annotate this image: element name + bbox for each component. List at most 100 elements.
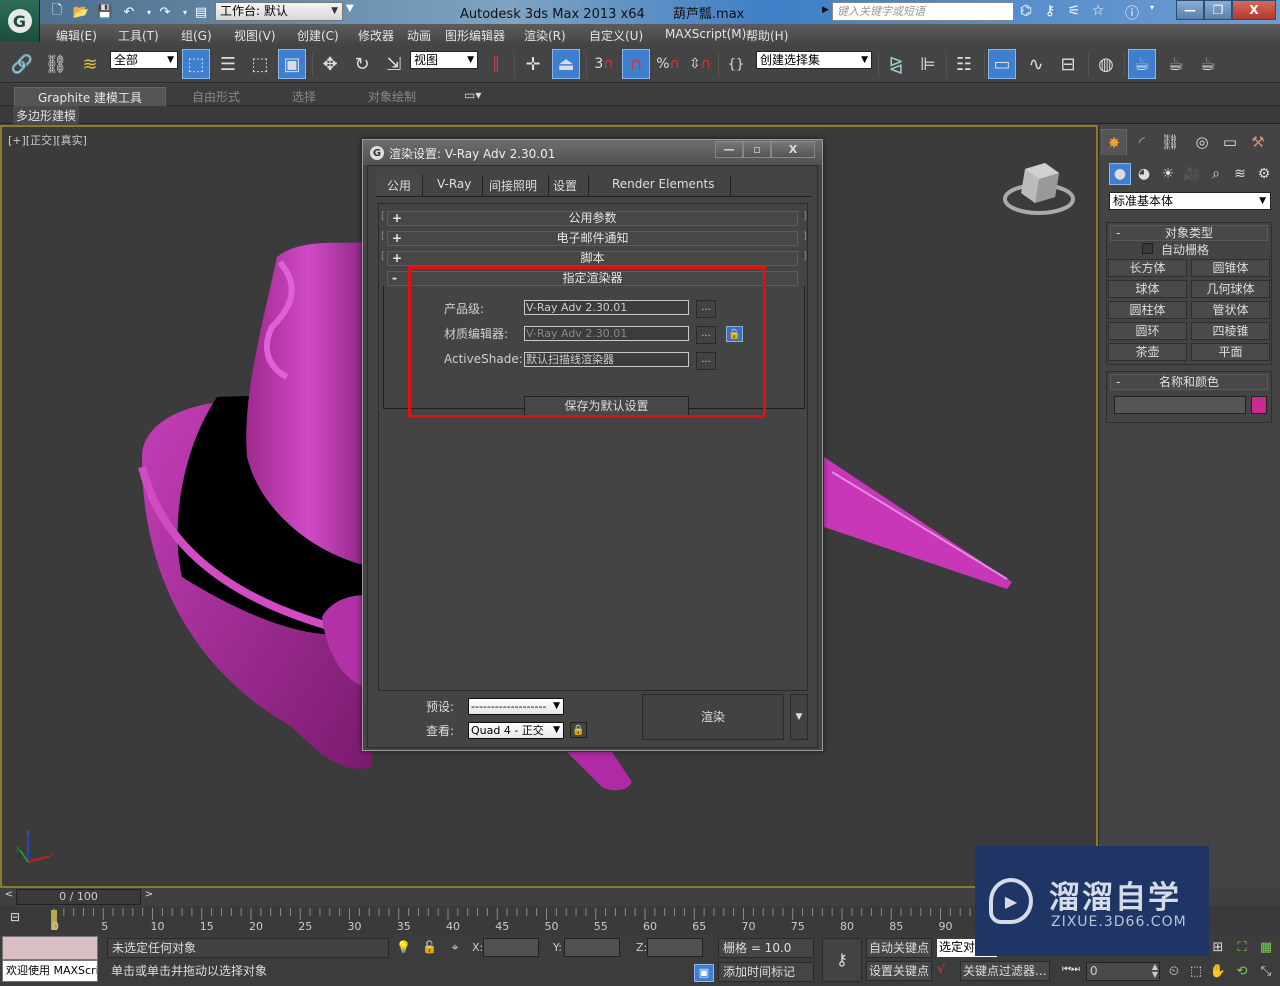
zoom-extents-icon[interactable]: ⛶ xyxy=(1232,938,1252,958)
pyramid-button[interactable]: 四棱锥 xyxy=(1191,322,1270,340)
tab-vray[interactable]: V-Ray xyxy=(426,175,484,196)
open-file-icon[interactable]: 📂 xyxy=(72,3,90,21)
space-warps-icon[interactable]: ≋ xyxy=(1229,163,1251,185)
rollout-common-params[interactable]: + 公用参数 xyxy=(387,211,798,226)
pivot-center-icon[interactable]: ⫿ xyxy=(482,49,510,79)
previous-frame-button[interactable]: < xyxy=(2,889,16,905)
y-coordinate-input[interactable] xyxy=(564,938,620,957)
time-slider-thumb[interactable]: 0 / 100 xyxy=(16,889,141,905)
satellite-icon[interactable]: ⚟ xyxy=(1064,3,1084,21)
select-by-name-icon[interactable]: ☰ xyxy=(214,49,242,79)
unlink-icon[interactable]: ⛓ xyxy=(42,49,70,79)
project-folder-icon[interactable]: ▤ xyxy=(192,3,210,21)
app-menu-button[interactable]: G xyxy=(0,0,40,42)
torus-button[interactable]: 圆环 xyxy=(1108,322,1187,340)
render-setup-icon[interactable]: ☕ xyxy=(1128,49,1156,79)
time-configuration-icon[interactable]: ⏲ xyxy=(1164,962,1184,982)
cone-button[interactable]: 圆锥体 xyxy=(1191,259,1270,277)
systems-icon[interactable]: ⚙ xyxy=(1253,163,1275,185)
mirror-icon[interactable]: ⧎ xyxy=(882,49,910,79)
activeshade-renderer-field[interactable]: 默认扫描线渲染器 xyxy=(524,352,689,367)
pan-view-icon[interactable]: ✋ xyxy=(1208,962,1228,982)
move-icon[interactable]: ✥ xyxy=(316,49,344,79)
close-button[interactable]: X xyxy=(1232,0,1276,20)
plane-button[interactable]: 平面 xyxy=(1191,343,1270,361)
search-input[interactable]: 键入关键字或短语 xyxy=(832,2,1014,21)
sphere-button[interactable]: 球体 xyxy=(1108,280,1187,298)
choose-material-editor-renderer-button[interactable]: ... xyxy=(696,326,716,344)
bind-space-warp-icon[interactable]: ≋ xyxy=(76,49,104,79)
window-crossing-icon[interactable]: ▣ xyxy=(278,49,306,79)
menu-create[interactable]: 创建(C) xyxy=(297,27,339,44)
absolute-mode-icon[interactable]: ⌖ xyxy=(448,940,462,956)
tab-settings[interactable]: 设置 xyxy=(542,175,590,196)
polygon-modeling-panel[interactable]: 多边形建模 xyxy=(13,106,80,124)
maxscript-listener[interactable] xyxy=(2,936,98,960)
box-button[interactable]: 长方体 xyxy=(1108,259,1187,277)
hierarchy-tab-icon[interactable]: ⛓ xyxy=(1157,129,1183,155)
cylinder-button[interactable]: 圆柱体 xyxy=(1108,301,1187,319)
dialog-close-button[interactable]: X xyxy=(771,141,815,158)
key-filters-button[interactable]: 关键点过滤器... xyxy=(960,961,1050,981)
view-lock-icon[interactable]: 🔒 xyxy=(570,722,587,738)
menu-views[interactable]: 视图(V) xyxy=(234,27,276,44)
curve-editor-toggle-icon[interactable]: ⊟ xyxy=(10,910,32,930)
current-frame-input[interactable]: 0 ▲ ▼ xyxy=(1086,962,1160,981)
minimize-button[interactable]: — xyxy=(1176,0,1204,20)
rollout-scripts[interactable]: + 脚本 xyxy=(387,251,798,266)
motion-tab-icon[interactable]: ◎ xyxy=(1189,129,1215,155)
maxscript-mini-listener[interactable]: 欢迎使用 MAXScri xyxy=(2,960,98,982)
rotate-icon[interactable]: ↻ xyxy=(348,49,376,79)
utilities-tab-icon[interactable]: ⚒ xyxy=(1245,129,1271,155)
dialog-titlebar[interactable]: G 渲染设置: V-Ray Adv 2.30.01 — ▫ X xyxy=(363,140,822,165)
ribbon-tab-freeform[interactable]: 自由形式 xyxy=(180,87,252,106)
selection-filter-select[interactable]: 全部 ▼ xyxy=(110,51,178,69)
tab-indirect-illumination[interactable]: 间接照明 xyxy=(478,175,550,196)
rendered-frame-window-icon[interactable]: ☕ xyxy=(1162,49,1190,79)
choose-activeshade-renderer-button[interactable]: ... xyxy=(696,352,716,370)
lock-icon[interactable]: 🔒 xyxy=(726,326,743,342)
save-as-defaults-button[interactable]: 保存为默认设置 xyxy=(524,396,689,416)
render-button[interactable]: 渲染 xyxy=(642,694,784,740)
helpers-icon[interactable]: ⌕ xyxy=(1205,163,1227,185)
select-object-icon[interactable]: ⬚ xyxy=(182,49,210,79)
production-renderer-field[interactable]: V-Ray Adv 2.30.01 xyxy=(524,300,689,315)
ribbon-options-icon[interactable]: ▭▾ xyxy=(452,87,493,106)
material-editor-icon[interactable]: ◍ xyxy=(1092,49,1120,79)
next-frame-button[interactable]: > xyxy=(142,889,156,905)
choose-production-renderer-button[interactable]: ... xyxy=(696,300,716,318)
add-time-tag-button[interactable]: 添加时间标记 xyxy=(718,962,814,982)
ribbon-tab-graphite[interactable]: Graphite 建模工具 xyxy=(14,87,166,106)
new-file-icon[interactable]: 🗋 xyxy=(48,3,66,21)
zoom-extents-all-icon[interactable]: ▦ xyxy=(1256,938,1276,958)
create-tab-icon[interactable]: ✸ xyxy=(1101,129,1127,155)
zoom-all-icon[interactable]: ⊞ xyxy=(1208,938,1228,958)
key-tangent-icon[interactable]: √ xyxy=(937,962,957,980)
object-name-input[interactable] xyxy=(1114,396,1246,414)
tab-common[interactable]: 公用 xyxy=(376,175,424,196)
viewcube[interactable] xyxy=(1003,155,1075,220)
modify-tab-icon[interactable]: ◜ xyxy=(1129,129,1155,155)
geosphere-button[interactable]: 几何球体 xyxy=(1191,280,1270,298)
z-coordinate-input[interactable] xyxy=(647,938,703,957)
menu-graph-editors[interactable]: 图形编辑器 xyxy=(445,27,505,44)
rollout-assign-renderer[interactable]: - 指定渲染器 xyxy=(387,271,798,286)
menu-edit[interactable]: 编辑(E) xyxy=(56,27,97,44)
selection-lock-icon[interactable]: 🔓 xyxy=(422,940,437,956)
layer-manager-icon[interactable]: ☷ xyxy=(950,49,978,79)
geometry-icon[interactable]: ● xyxy=(1109,163,1131,185)
key-icon[interactable]: ⚷ xyxy=(1040,3,1060,21)
ribbon-tab-selection[interactable]: 选择 xyxy=(280,87,328,106)
menu-customize[interactable]: 自定义(U) xyxy=(589,27,643,44)
help-icon[interactable]: ⓘ xyxy=(1122,3,1142,22)
keyboard-shortcut-override-icon[interactable]: ⏏ xyxy=(552,49,580,79)
render-production-icon[interactable]: ☕ xyxy=(1194,49,1222,79)
preset-select[interactable]: ------------------- ▼ xyxy=(468,698,564,715)
spinner-icon[interactable]: ▲ ▼ xyxy=(1152,963,1158,979)
help-dropdown-icon[interactable]: ▾ xyxy=(1142,3,1162,21)
search-expand-icon[interactable]: ▶ xyxy=(822,5,829,15)
rollout-email-notification[interactable]: + 电子邮件通知 xyxy=(387,231,798,246)
autogrid-checkbox[interactable] xyxy=(1142,243,1153,254)
tab-render-elements[interactable]: Render Elements xyxy=(596,175,732,196)
percent-snap-icon[interactable]: % ∩ xyxy=(654,49,682,79)
